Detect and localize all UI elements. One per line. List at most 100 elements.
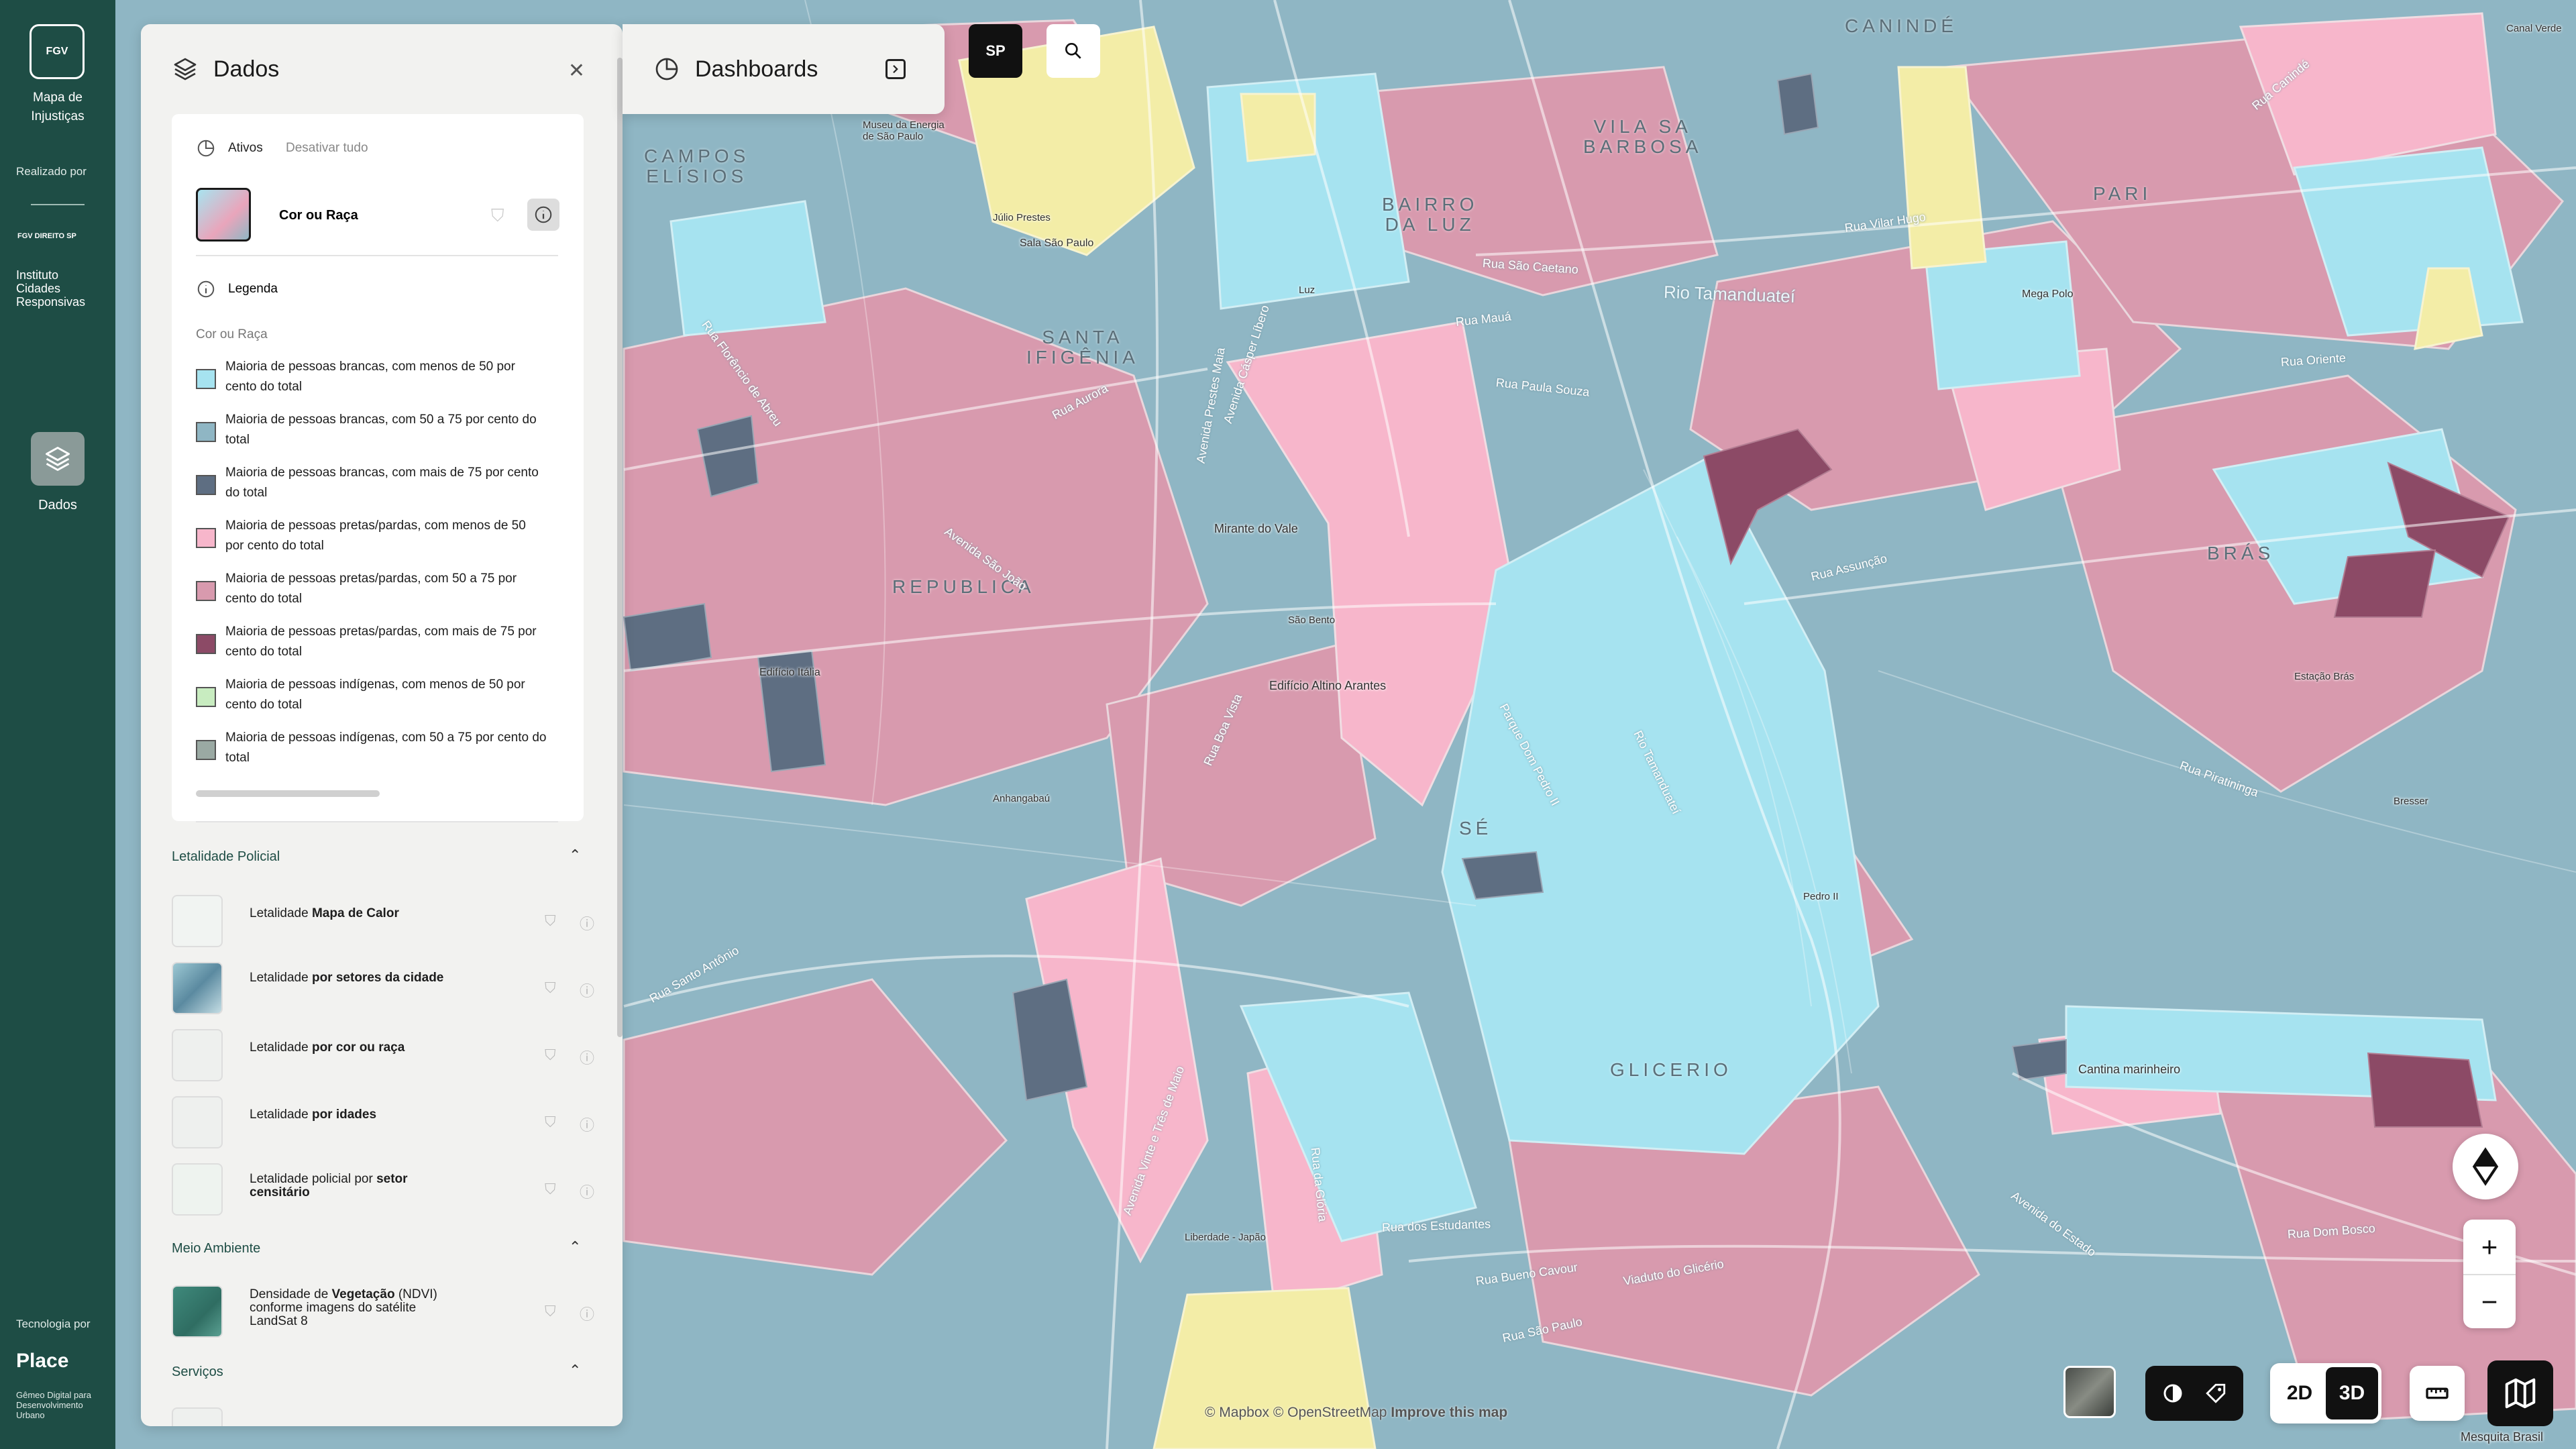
poi-label: Mesquita Brasil	[2461, 1430, 2544, 1444]
layers-icon	[174, 58, 197, 80]
app-title: Mapa de Injustiças	[31, 91, 85, 123]
chevron-up-icon[interactable]: ⌃	[569, 847, 581, 864]
layer-thumbnail	[172, 1096, 223, 1148]
layer-item-vegetacao[interactable]: Densidade de Vegetação (NDVI) conforme i…	[172, 1285, 594, 1344]
contrast-button[interactable]	[2151, 1372, 2194, 1415]
legend-swatch	[196, 740, 216, 760]
poi-label: Estação Brás	[2294, 671, 2355, 682]
map-attribution: © Mapbox © OpenStreetMap Improve this ma…	[1205, 1405, 1507, 1421]
deactivate-all-link[interactable]: Desativar tudo	[286, 141, 368, 156]
arrow-icon	[893, 64, 898, 74]
measure-button[interactable]	[2410, 1366, 2465, 1421]
compass-icon	[2472, 1147, 2499, 1186]
layer-item-label: Letalidade Mapa de Calor	[250, 906, 399, 920]
city-code: SP	[985, 42, 1006, 59]
tag-icon	[2206, 1383, 2226, 1403]
layer-item-letalidade-calor[interactable]: Letalidade Mapa de Calor ⛉ ⓘ	[172, 895, 594, 954]
legend-swatch	[196, 422, 216, 442]
section-title-meio-ambiente[interactable]: Meio Ambiente	[172, 1241, 260, 1256]
osm-link[interactable]: © OpenStreetMap	[1273, 1405, 1387, 1420]
filter-icon[interactable]: ⛉	[545, 1303, 556, 1320]
info-icon[interactable]: ⓘ	[580, 979, 594, 1001]
zoom-out-button[interactable]: −	[2463, 1274, 2516, 1328]
legend-horizontal-scrollbar[interactable]	[196, 790, 380, 797]
poi-label: Edifício Itália	[759, 667, 820, 678]
dados-nav-button[interactable]	[31, 432, 85, 486]
chevron-up-icon[interactable]: ⌃	[569, 1238, 581, 1256]
layer-item-label: Letalidade por cor ou raça	[250, 1040, 405, 1055]
layer-item-letalidade-raca[interactable]: Letalidade por cor ou raça ⛉ ⓘ	[172, 1029, 594, 1088]
info-button[interactable]	[527, 199, 559, 231]
compass-button[interactable]	[2453, 1134, 2518, 1199]
search-button[interactable]	[1046, 24, 1100, 78]
legend-item: Maioria de pessoas brancas, com mais de …	[196, 463, 558, 508]
layer-thumbnail	[172, 1163, 223, 1216]
filter-icon[interactable]: ⛉	[491, 205, 504, 227]
legend-label: Legenda	[228, 282, 278, 296]
improve-map-link[interactable]: Improve this map	[1391, 1405, 1507, 1420]
map-icon	[2505, 1378, 2536, 1409]
legend-text: Maioria de pessoas brancas, com menos de…	[225, 360, 515, 394]
poi-label: Cantina marinheiro	[2078, 1063, 2181, 1076]
district-label: PARI	[2093, 183, 2152, 204]
layer-thumbnail[interactable]	[196, 188, 251, 241]
divider	[196, 821, 558, 822]
search-icon	[1065, 42, 1081, 59]
contrast-icon	[2163, 1384, 2182, 1403]
basemap-button[interactable]	[2487, 1360, 2553, 1426]
layer-item-label: Letalidade policial por setor censitário	[250, 1172, 408, 1199]
section-title-servicos[interactable]: Serviços	[172, 1364, 223, 1380]
theme-toggle-group	[2145, 1366, 2243, 1421]
layer-thumbnail	[172, 1285, 223, 1338]
nav-divider	[31, 204, 85, 205]
info-icon[interactable]: ⓘ	[580, 1114, 594, 1135]
legend-swatch	[196, 581, 216, 601]
zoom-in-button[interactable]: +	[2463, 1220, 2516, 1274]
expand-panel-button[interactable]	[885, 59, 906, 79]
legend-swatch	[196, 369, 216, 389]
tag-button[interactable]	[2194, 1372, 2237, 1415]
filter-icon[interactable]: ⛉	[545, 1046, 556, 1064]
legend-text: Maioria de pessoas pretas/pardas, com 50…	[225, 572, 517, 606]
district-label: SANTA IFIGÊNIA	[1026, 327, 1139, 368]
poi-label: Pedro II	[1803, 891, 1839, 902]
info-icon[interactable]: ⓘ	[580, 1181, 594, 1202]
district-label: VILA SA BARBOSA	[1583, 116, 1703, 157]
dashboards-panel[interactable]: Dashboards	[623, 24, 945, 114]
panel-header: Dados	[141, 24, 623, 114]
layer-item-letalidade-idades[interactable]: Letalidade por idades ⛉ ⓘ	[172, 1096, 594, 1155]
panel-scrollbar[interactable]	[617, 58, 623, 1037]
layer-item-letalidade-setores[interactable]: Letalidade por setores da cidade ⛉ ⓘ	[172, 962, 594, 1021]
info-icon[interactable]: ⓘ	[580, 1046, 594, 1068]
mode-2d-button[interactable]: 2D	[2273, 1367, 2326, 1419]
fgv-direito-logo: FGV DIREITO SP	[17, 232, 76, 240]
info-icon[interactable]: ⓘ	[580, 1303, 594, 1324]
layer-thumbnail	[172, 962, 223, 1014]
mapbox-link[interactable]: © Mapbox	[1205, 1405, 1269, 1420]
tecnologia-label: Tecnologia por	[16, 1318, 91, 1330]
mode-3d-button[interactable]: 3D	[2326, 1367, 2378, 1419]
filter-icon[interactable]: ⛉	[545, 979, 556, 997]
legend-text: Maioria de pessoas brancas, com mais de …	[225, 466, 539, 500]
layer-item-label: Densidade de Vegetação (NDVI) conforme i…	[250, 1287, 437, 1328]
filter-icon[interactable]: ⛉	[545, 1181, 556, 1198]
fgv-logo[interactable]: FGV	[30, 24, 85, 79]
poi-label: Mega Polo	[2022, 288, 2074, 300]
layer-item-letalidade-setor-censitario[interactable]: Letalidade policial por setor censitário…	[172, 1163, 594, 1222]
filter-icon[interactable]: ⛉	[545, 1114, 556, 1131]
institute-logo: Instituto Cidades Responsivas	[16, 268, 86, 309]
legend-swatch	[196, 687, 216, 707]
chevron-up-icon[interactable]: ⌃	[569, 1362, 581, 1379]
divider	[196, 255, 558, 256]
legend-text: Maioria de pessoas brancas, com 50 a 75 …	[225, 413, 537, 447]
section-title-letalidade[interactable]: Letalidade Policial	[172, 849, 280, 865]
close-icon[interactable]: ✕	[568, 59, 585, 83]
filter-icon[interactable]: ⛉	[545, 912, 556, 930]
info-icon[interactable]: ⓘ	[580, 912, 594, 934]
satellite-thumbnail-button[interactable]	[2063, 1366, 2116, 1418]
place-subtitle: Gêmeo Digital para Desenvolvimento Urban…	[16, 1390, 91, 1420]
city-selector-button[interactable]: SP	[969, 24, 1022, 78]
realizado-por-label: Realizado por	[16, 165, 87, 178]
layer-thumbnail[interactable]	[172, 1407, 223, 1426]
panel-title: Dados	[213, 56, 280, 82]
